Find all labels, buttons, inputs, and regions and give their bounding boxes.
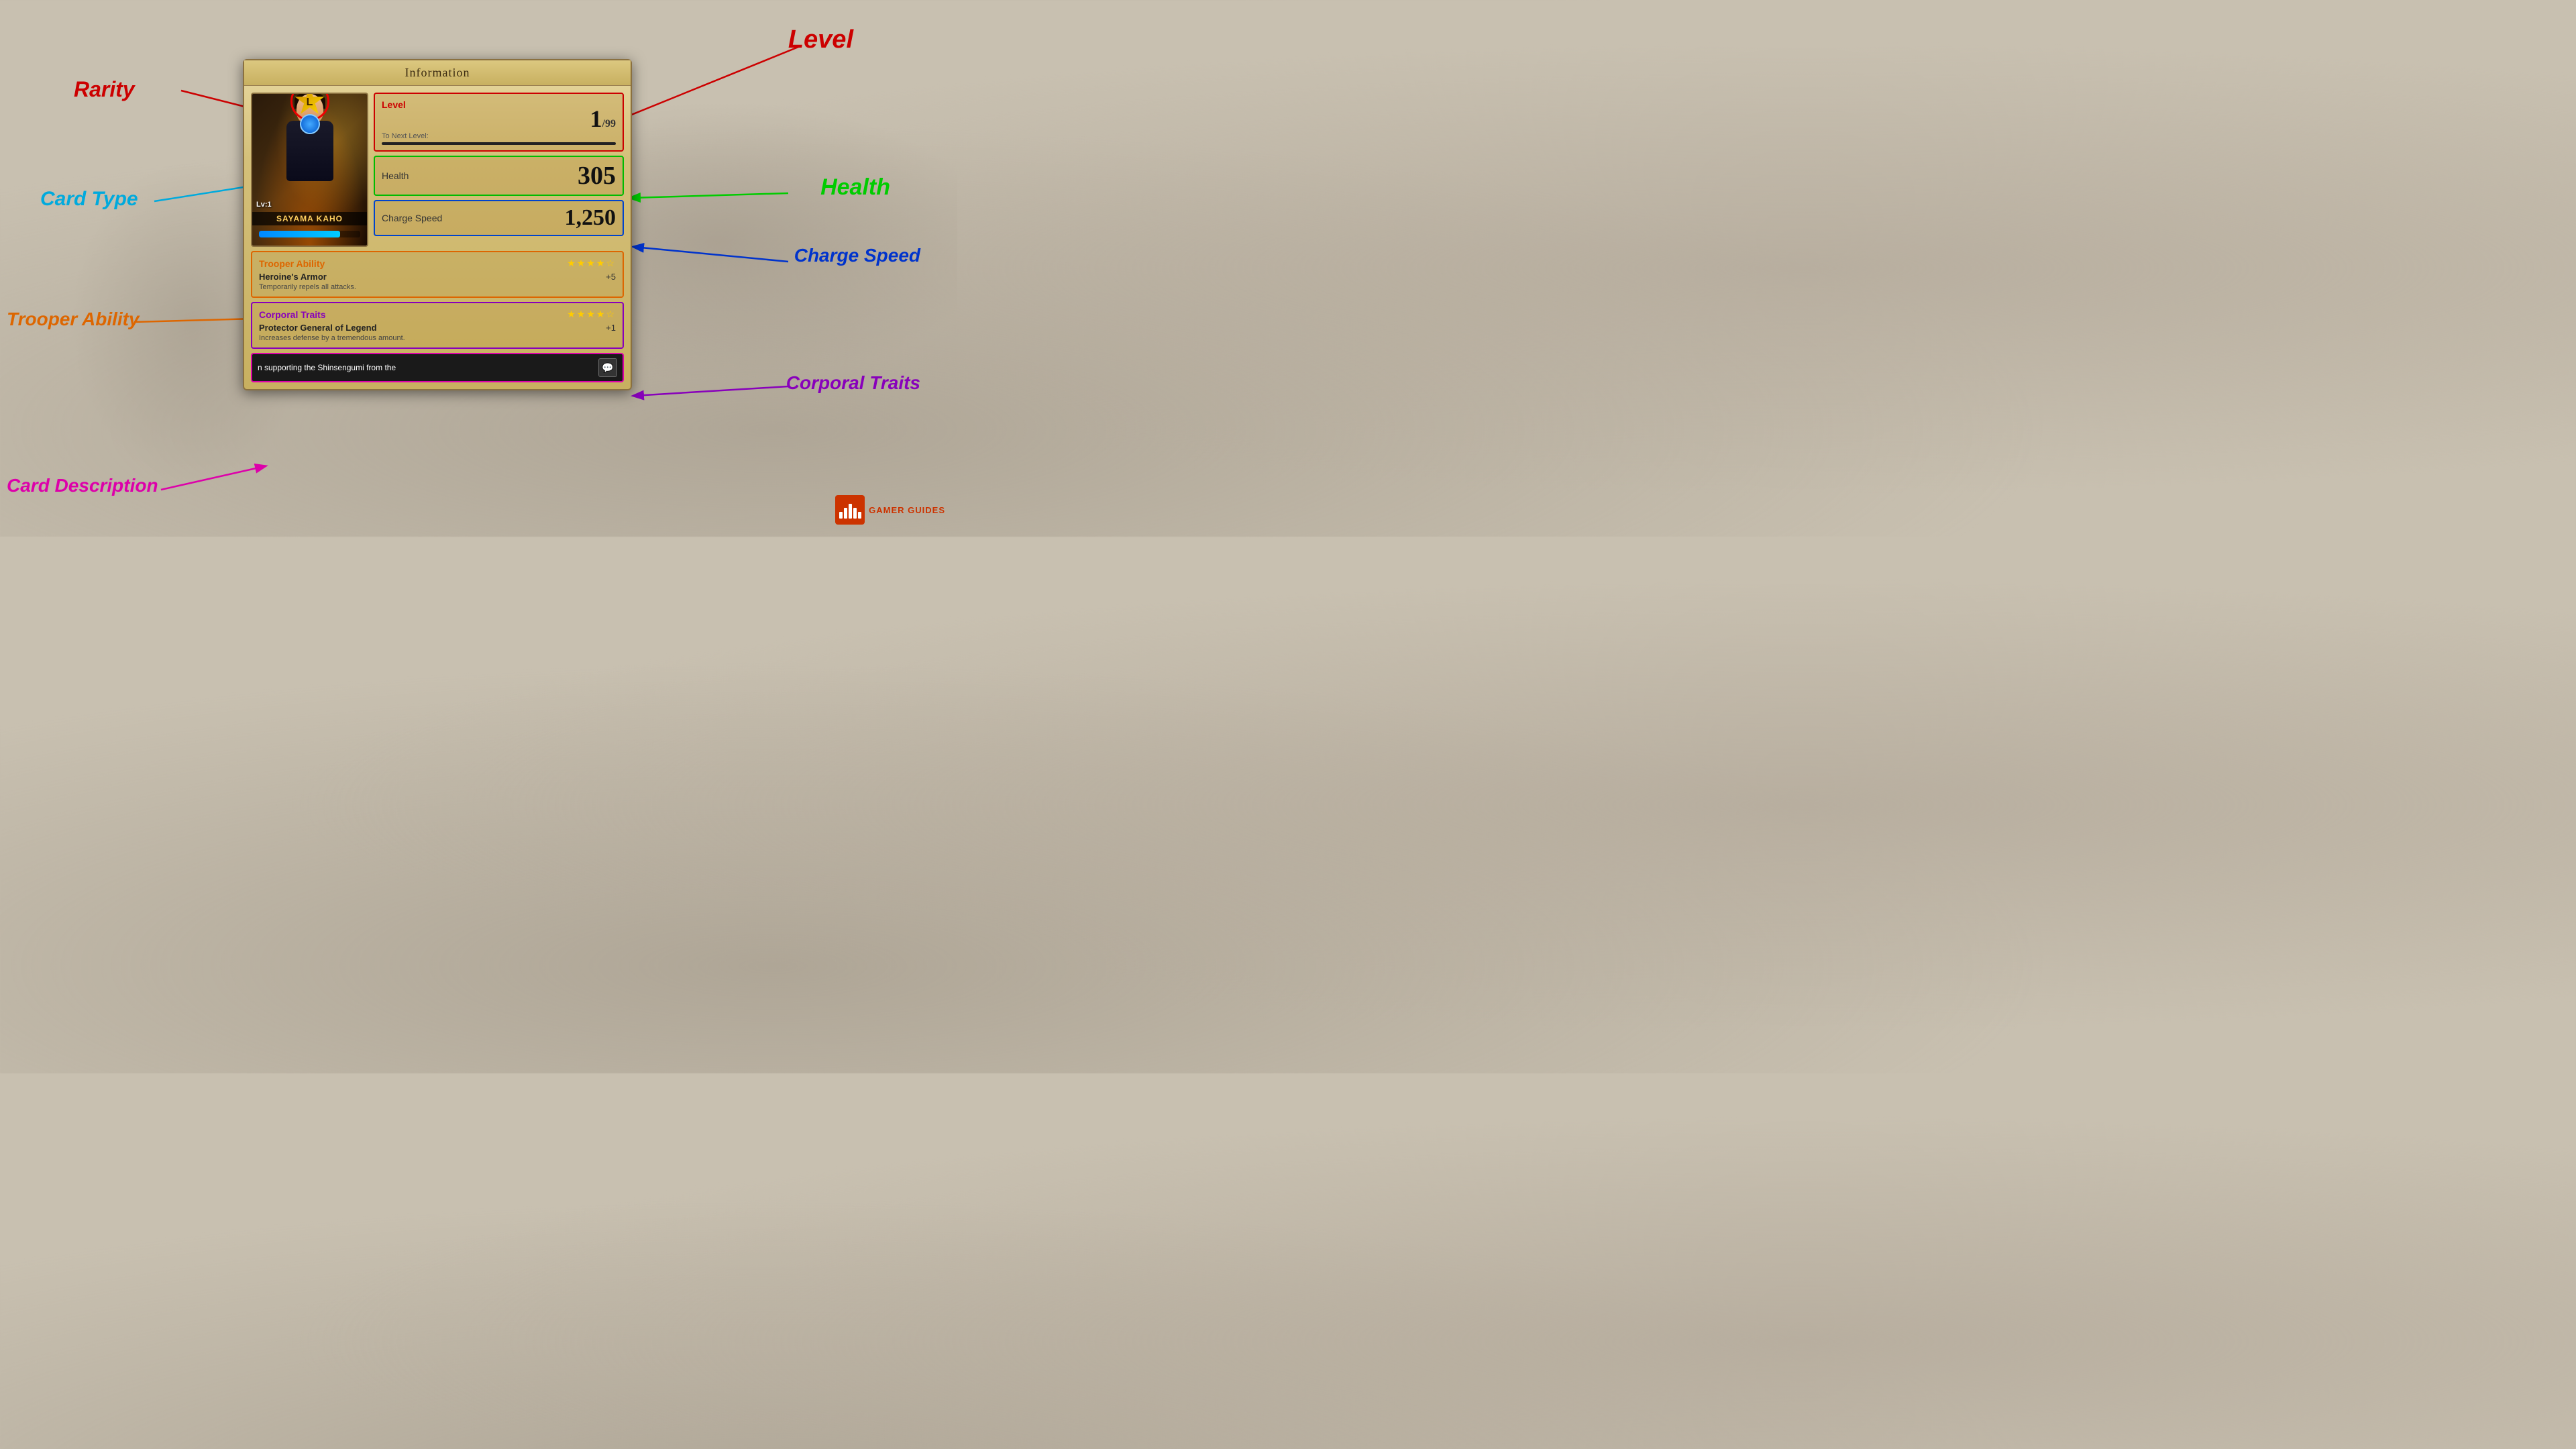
trooper-ability-title: Trooper Ability — [259, 258, 325, 269]
panel-body: L Lv:1 SAYAMA KAHO — [244, 86, 631, 389]
health-label: Health — [382, 170, 409, 181]
level-annotation: Level — [788, 25, 853, 54]
card-thumbnail: L Lv:1 SAYAMA KAHO — [251, 93, 368, 247]
corporal-traits-title: Corporal Traits — [259, 309, 326, 320]
gg-bar-5 — [858, 512, 861, 519]
trooper-ability-description: Temporarily repels all attacks. — [259, 283, 616, 291]
health-value: 305 — [578, 161, 616, 191]
card-lv-badge: Lv:1 — [256, 201, 272, 209]
corporal-traits-section: Corporal Traits ★★★★☆ Protector General … — [251, 302, 624, 349]
card-type-icon — [300, 114, 320, 134]
gg-bars — [839, 501, 861, 519]
card-name-badge: SAYAMA KAHO — [252, 212, 367, 225]
health-annotation: Health — [820, 174, 890, 201]
charge-speed-value: 1,250 — [565, 205, 616, 231]
gg-bar-4 — [853, 508, 857, 519]
level-fraction: /99 — [602, 118, 616, 129]
card-description-section: n supporting the Shinsengumi from the 💬 — [251, 353, 624, 382]
corporal-traits-annotation: Corporal Traits — [786, 372, 920, 394]
gamer-guides-logo: GAMER GUIDES — [835, 495, 945, 525]
level-box: Level 1/99 To Next Level: — [374, 93, 624, 152]
card-description-icon: 💬 — [598, 358, 617, 377]
trooper-ability-plus: +5 — [606, 272, 616, 282]
trooper-ability-header: Trooper Ability ★★★★☆ — [259, 258, 616, 269]
corporal-traits-plus: +1 — [606, 323, 616, 333]
level-progress-bar — [382, 142, 616, 145]
gg-bar-2 — [844, 508, 847, 519]
gamer-guides-icon — [835, 495, 865, 525]
charge-speed-label: Charge Speed — [382, 213, 442, 223]
card-type-annotation: Card Type — [40, 188, 138, 211]
level-current: 1 — [590, 105, 602, 132]
card-bar-container — [259, 231, 360, 237]
stats-section: Level 1/99 To Next Level: Health 305 Cha… — [374, 93, 624, 247]
trooper-ability-annotation: Trooper Ability — [7, 309, 140, 330]
corporal-traits-description: Increases defense by a tremendous amount… — [259, 334, 616, 342]
corporal-traits-stars: ★★★★☆ — [567, 309, 616, 320]
trooper-ability-name: Heroine's Armor — [259, 272, 327, 282]
charge-speed-box: Charge Speed 1,250 — [374, 200, 624, 236]
level-next-label: To Next Level: — [382, 132, 616, 140]
corporal-traits-header: Corporal Traits ★★★★☆ — [259, 309, 616, 320]
charge-speed-annotation: Charge Speed — [794, 245, 920, 266]
rarity-letter: L — [307, 97, 313, 109]
level-value: 1/99 — [382, 107, 616, 131]
corporal-traits-row: Protector General of Legend +1 — [259, 323, 616, 333]
panel-title: Information — [244, 60, 631, 86]
gg-bar-1 — [839, 512, 843, 519]
card-panel: Information L Lv:1 — [243, 59, 632, 390]
card-description-annotation: Card Description — [7, 475, 158, 496]
trooper-ability-section: Trooper Ability ★★★★☆ Heroine's Armor +5… — [251, 251, 624, 298]
top-section: L Lv:1 SAYAMA KAHO — [251, 93, 624, 247]
card-description-text: n supporting the Shinsengumi from the — [258, 363, 594, 372]
gg-bar-3 — [849, 504, 852, 519]
card-bar-fill — [259, 231, 340, 237]
rarity-annotation: Rarity — [74, 77, 135, 102]
trooper-ability-row: Heroine's Armor +5 — [259, 272, 616, 282]
corporal-traits-name: Protector General of Legend — [259, 323, 377, 333]
health-box: Health 305 — [374, 156, 624, 196]
gamer-guides-text: GAMER GUIDES — [869, 505, 945, 515]
trooper-ability-stars: ★★★★☆ — [567, 258, 616, 269]
